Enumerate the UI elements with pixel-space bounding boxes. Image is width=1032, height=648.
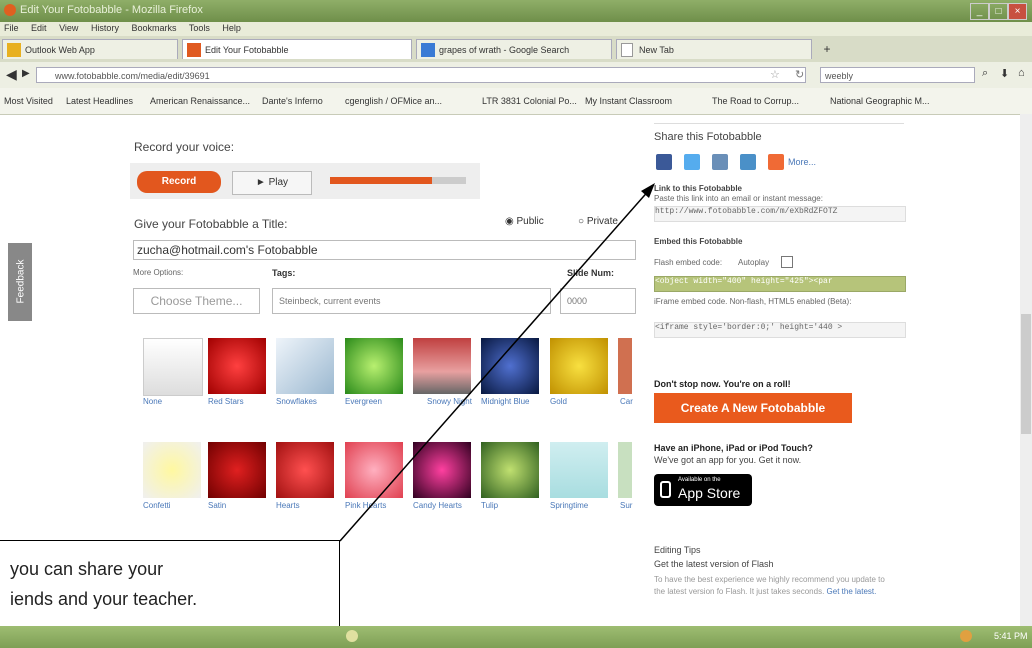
clock: 5:41 PM [994,631,1028,641]
taskbar-icon[interactable] [346,630,358,642]
taskbar: 5:41 PM [0,626,1032,648]
callout-arrow [339,183,655,542]
tray-icon[interactable] [960,630,972,642]
